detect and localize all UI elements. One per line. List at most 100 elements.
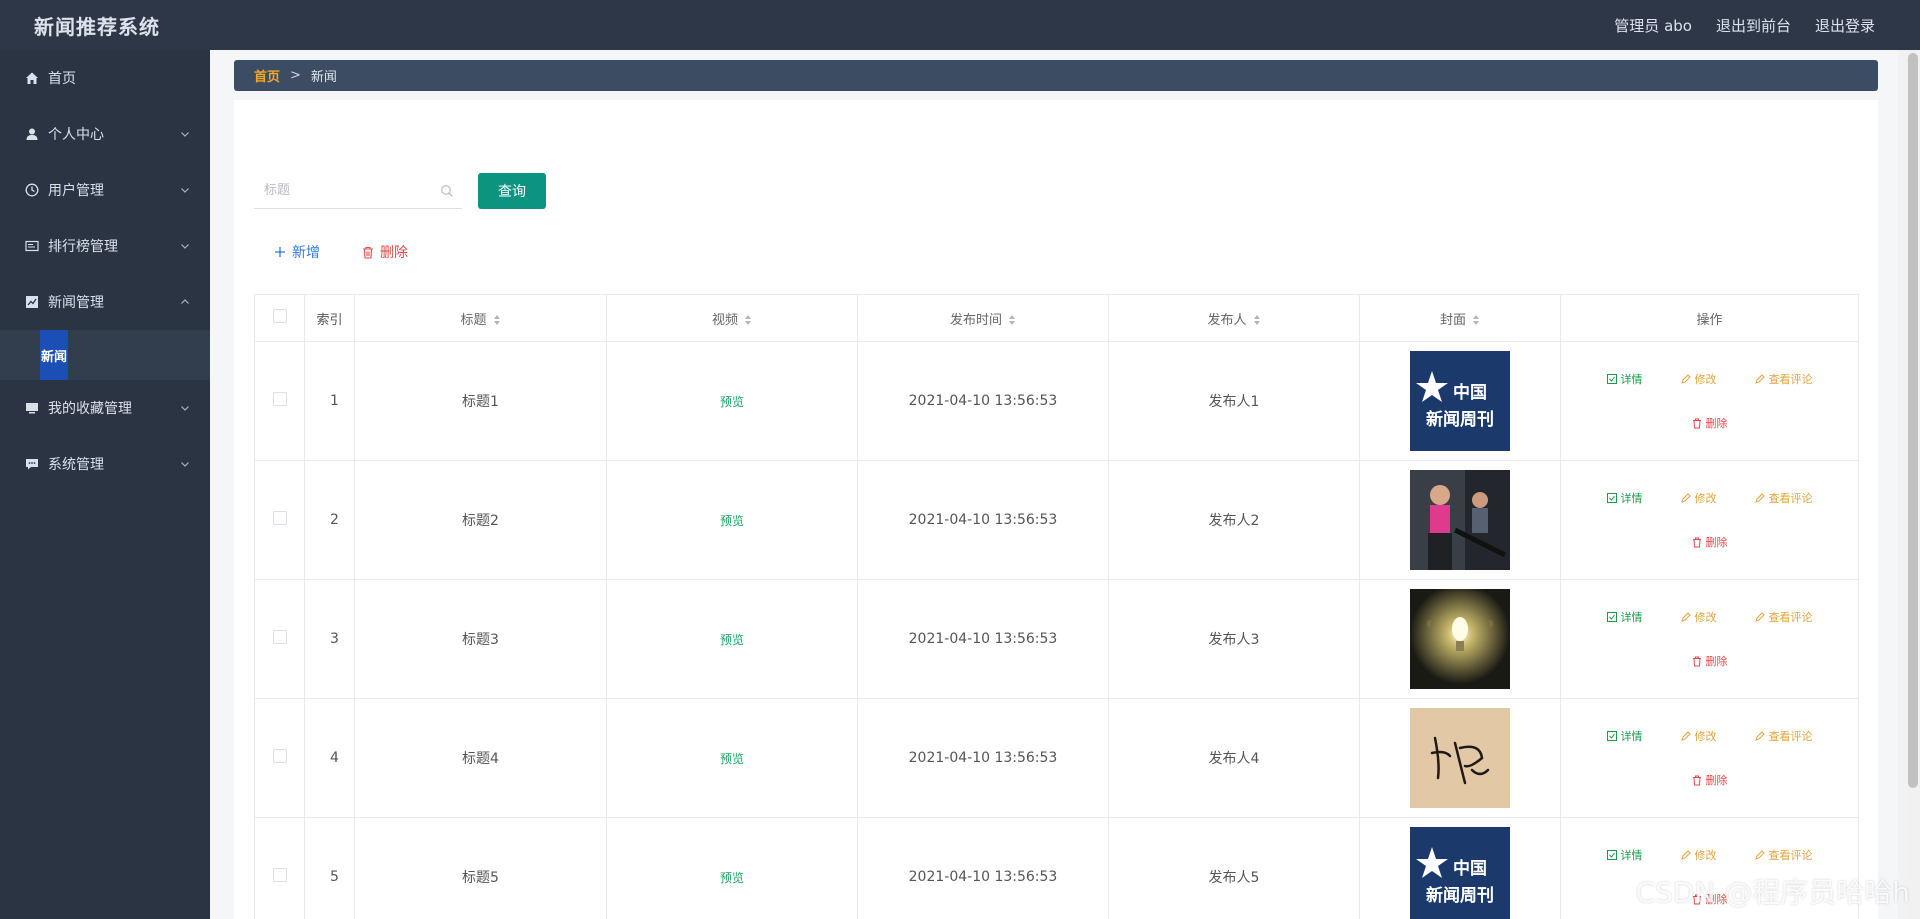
video-preview-link[interactable]: 预览 [720,514,744,528]
view-comments-button[interactable]: 查看评论 [1754,728,1813,744]
chat-icon [24,456,40,472]
video-preview-link[interactable]: 预览 [720,633,744,647]
edit-icon [1680,850,1691,860]
view-comments-button[interactable]: 查看评论 [1754,490,1813,506]
edit-button[interactable]: 修改 [1680,490,1717,506]
cover-image[interactable]: 中国 新闻周刊 [1410,351,1510,451]
cover-image[interactable] [1410,470,1510,570]
sidebar-item-user-management[interactable]: 用户管理 [0,162,210,218]
detail-button[interactable]: 详情 [1606,609,1643,625]
row-checkbox[interactable] [272,630,287,644]
edit-button[interactable]: 修改 [1680,847,1717,863]
col-publisher[interactable]: 发布人 [1108,294,1360,342]
sidebar-subitem-news[interactable]: 新闻 [0,330,210,380]
video-preview-link[interactable]: 预览 [720,752,744,766]
row-delete-button[interactable]: 删除 [1692,772,1728,788]
detail-label: 详情 [1620,373,1643,386]
row-checkbox[interactable] [272,868,287,882]
select-all-checkbox[interactable] [272,309,287,323]
row-ops-cell: 详情 修改 查看评论删除 [1560,579,1859,699]
row-video-cell: 预览 [606,579,858,699]
batch-delete-button[interactable]: 删除 [362,242,408,262]
row-delete-button[interactable]: 删除 [1692,415,1728,431]
edit-label: 修改 [1694,730,1717,743]
sort-icon[interactable] [744,314,752,326]
sidebar-item-ranking-management[interactable]: 排行榜管理 [0,218,210,274]
home-icon [24,70,40,86]
view-comments-button[interactable]: 查看评论 [1754,609,1813,625]
row-publish-time: 2021-04-10 13:56:53 [857,341,1109,461]
cover-image[interactable]: 中国 新闻周刊 [1410,827,1510,919]
cover-image[interactable] [1410,708,1510,808]
row-delete-button[interactable]: 删除 [1692,653,1728,669]
title-search-input[interactable] [254,183,434,198]
sort-icon[interactable] [1472,314,1480,326]
sidebar-item-favorites-management[interactable]: 我的收藏管理 [0,380,210,436]
comment-icon [1754,850,1765,860]
video-preview-link[interactable]: 预览 [720,871,744,885]
detail-button[interactable]: 详情 [1606,847,1643,863]
row-checkbox[interactable] [272,511,287,525]
sidebar-item-home[interactable]: 首页 [0,50,210,106]
logout-link[interactable]: 退出登录 [1815,15,1875,36]
breadcrumb-home[interactable]: 首页 [254,66,280,85]
clock-icon [24,182,40,198]
news-table: 索引 标题 视频 发布时间 发布人 封面 操作 1 标题1 预览 2021-04-10… [254,294,1859,919]
sort-icon[interactable] [1253,314,1261,326]
edit-button[interactable]: 修改 [1680,371,1717,387]
row-select-cell [254,341,305,461]
sidebar-item-system-management[interactable]: 系统管理 [0,436,210,492]
row-index: 3 [304,579,355,699]
add-button[interactable]: 新增 [274,242,320,262]
col-publish-time[interactable]: 发布时间 [857,294,1109,342]
sort-icon[interactable] [493,314,501,326]
cover-image[interactable] [1410,589,1510,689]
sidebar-item-label: 系统管理 [48,457,104,473]
main-content: 首页 > 新闻 查询 新增 删除 索引 标题 视 [210,50,1898,919]
table-row: 1 标题1 预览 2021-04-10 13:56:53 发布人1 中国 新闻周刊 详情 修改 查… [254,341,1859,461]
col-video[interactable]: 视频 [606,294,858,342]
watermark-text: CSDN @程序员哈哈h [1635,876,1910,909]
col-title[interactable]: 标题 [354,294,607,342]
detail-button[interactable]: 详情 [1606,728,1643,744]
scrollbar-thumb[interactable] [1908,53,1918,788]
row-checkbox[interactable] [272,392,287,406]
detail-label: 详情 [1620,730,1643,743]
table-body: 1 标题1 预览 2021-04-10 13:56:53 发布人1 中国 新闻周刊 详情 修改查… [254,341,1859,919]
col-video-label: 视频 [711,312,738,328]
to-frontend-link[interactable]: 退出到前台 [1716,15,1791,36]
view-comments-button[interactable]: 查看评论 [1754,371,1813,387]
col-publisher-label: 发布人 [1207,312,1247,328]
sidebar-item-news-management[interactable]: 新闻管理 [0,274,210,330]
comment-label: 查看评论 [1768,611,1813,624]
view-comments-button[interactable]: 查看评论 [1754,847,1813,863]
sort-icon[interactable] [1008,314,1016,326]
trash-icon [1692,656,1701,666]
trash-icon [1692,418,1701,428]
row-publisher: 发布人2 [1108,460,1360,580]
detail-button[interactable]: 详情 [1606,371,1643,387]
video-preview-link[interactable]: 预览 [720,395,744,409]
table-row: 5 标题5 预览 2021-04-10 13:56:53 发布人5 中国 新闻周刊 详情 修改 查… [254,817,1859,919]
query-button[interactable]: 查询 [478,173,546,209]
sidebar-item-personal-center[interactable]: 个人中心 [0,106,210,162]
row-delete-button[interactable]: 删除 [1692,534,1728,550]
comment-label: 查看评论 [1768,492,1813,505]
comment-icon [1754,374,1765,384]
sidebar-item-label: 个人中心 [48,127,104,143]
row-cover-cell [1359,579,1561,699]
col-cover[interactable]: 封面 [1359,294,1561,342]
detail-button[interactable]: 详情 [1606,490,1643,506]
edit-button[interactable]: 修改 [1680,609,1717,625]
page-scrollbar[interactable] [1906,50,1920,919]
monitor-icon [24,400,40,416]
row-publish-time: 2021-04-10 13:56:53 [857,460,1109,580]
row-index: 5 [304,817,355,919]
row-publish-time: 2021-04-10 13:56:53 [857,579,1109,699]
detail-icon [1606,612,1617,622]
edit-button[interactable]: 修改 [1680,728,1717,744]
row-title: 标题4 [354,698,607,818]
content-panel: 查询 新增 删除 索引 标题 视频 发布时间 发布人 封面 [234,100,1878,919]
row-publisher: 发布人3 [1108,579,1360,699]
row-checkbox[interactable] [272,749,287,763]
